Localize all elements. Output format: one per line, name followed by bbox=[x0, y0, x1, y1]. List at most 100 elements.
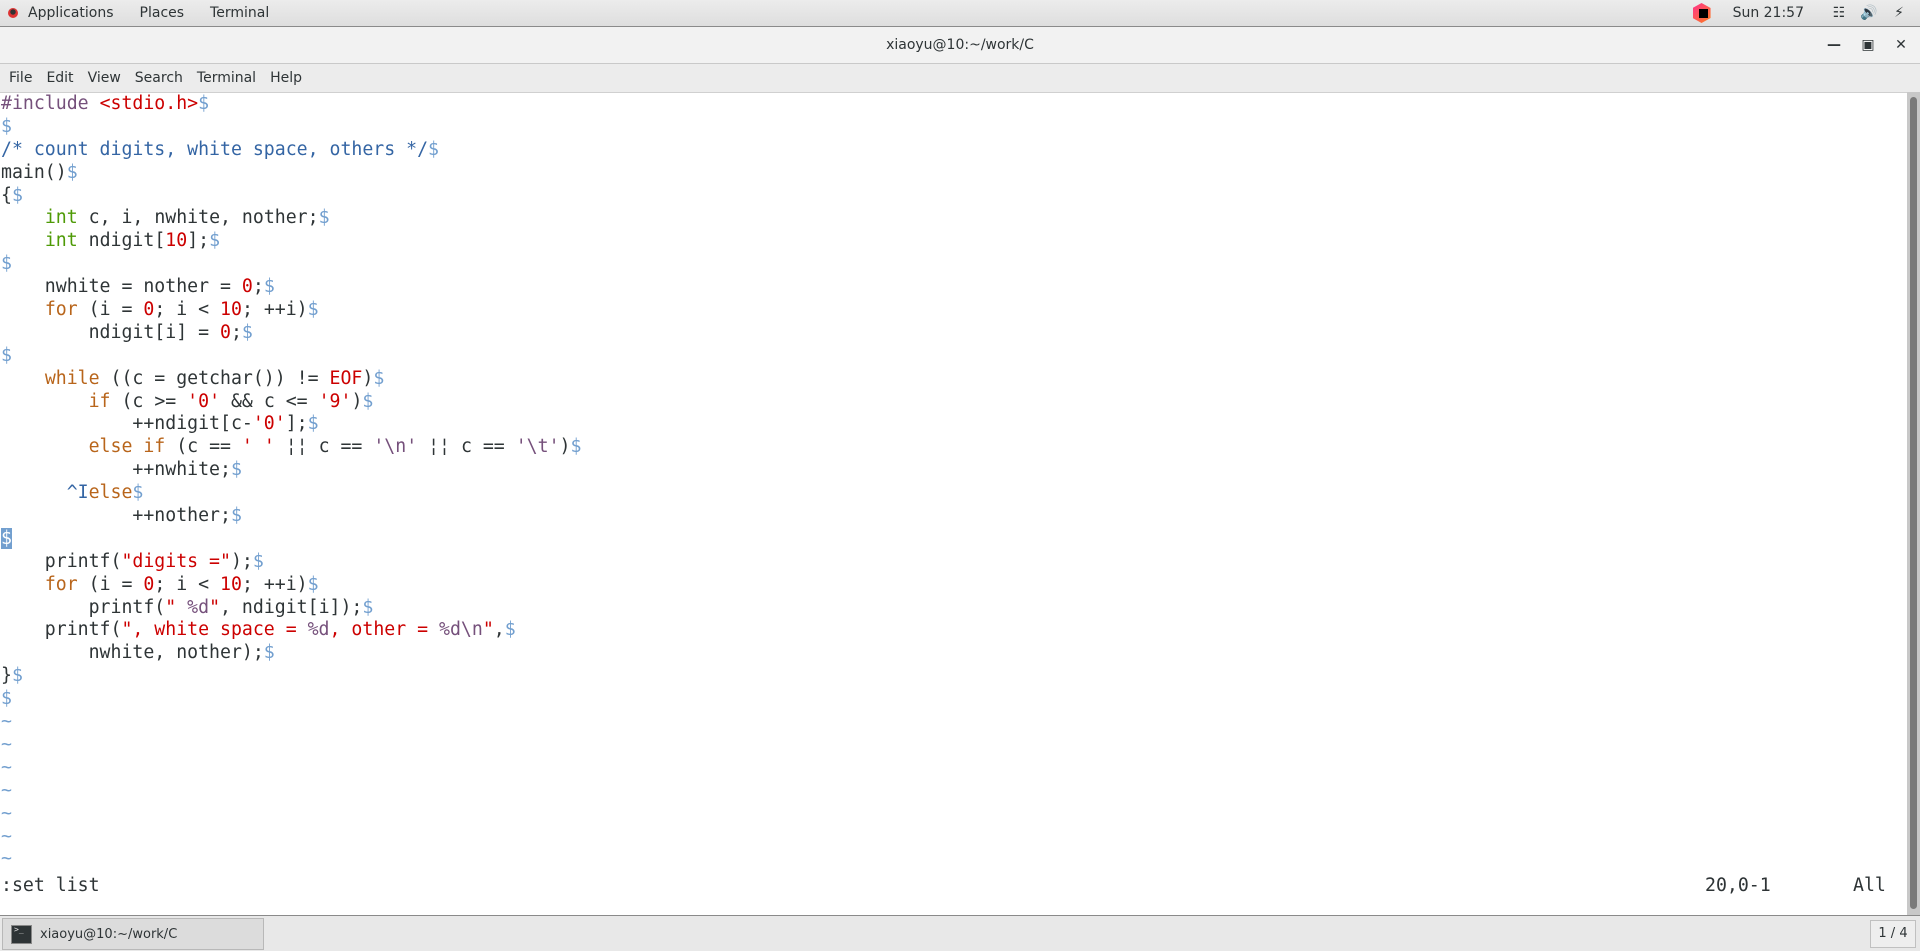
battery-icon[interactable]: ⚡ bbox=[1890, 5, 1908, 21]
code-line: ++nwhite;$ bbox=[1, 459, 581, 482]
code-line: else if (c == ' ' ¦¦ c == '\n' ¦¦ c == '… bbox=[1, 436, 582, 459]
top-panel: Applications Places Terminal Sun 21:57 ☷… bbox=[0, 0, 1920, 27]
eol-marker: $ bbox=[11, 184, 23, 206]
code-token: (i = bbox=[77, 573, 144, 595]
code-line: ~ bbox=[1, 848, 581, 871]
code-token: '\n' bbox=[373, 436, 418, 458]
code-token: ^I bbox=[66, 482, 89, 504]
code-token: , other = bbox=[329, 619, 440, 641]
empty-line-marker: ~ bbox=[1, 825, 12, 847]
eol-marker: $ bbox=[1, 115, 12, 137]
eol-marker: $ bbox=[307, 573, 319, 595]
menu-search[interactable]: Search bbox=[129, 70, 189, 86]
code-token: ", white space = bbox=[121, 619, 308, 641]
terminal-scrollbar[interactable] bbox=[1907, 92, 1920, 915]
eol-marker: $ bbox=[318, 207, 330, 229]
code-token: " bbox=[209, 596, 221, 618]
menu-bar: File Edit View Search Terminal Help bbox=[0, 64, 1920, 93]
eol-marker: $ bbox=[132, 482, 144, 504]
code-token: ' ' bbox=[241, 436, 275, 458]
empty-line-marker: ~ bbox=[1, 779, 12, 801]
eol-marker: $ bbox=[252, 550, 264, 572]
code-token: ) bbox=[559, 436, 571, 458]
code-line: /* count digits, white space, others */$ bbox=[1, 139, 581, 162]
eol-marker: $ bbox=[362, 596, 374, 618]
scrollbar-thumb[interactable] bbox=[1910, 97, 1917, 909]
code-token: if bbox=[88, 390, 111, 412]
vim-buffer[interactable]: #include <stdio.h>$ $/* count digits, whi… bbox=[1, 93, 581, 871]
code-line: ~ bbox=[1, 711, 581, 734]
empty-line-marker: ~ bbox=[1, 848, 12, 870]
eol-marker: $ bbox=[307, 413, 319, 435]
code-token: ¦¦ c == bbox=[417, 436, 516, 458]
code-token: nwhite = nother = bbox=[1, 276, 242, 298]
code-token: printf( bbox=[1, 596, 166, 618]
eol-marker: $ bbox=[1, 344, 12, 366]
code-line: for (i = 0; i < 10; ++i)$ bbox=[1, 574, 581, 597]
volume-icon[interactable]: 🔊 bbox=[1860, 5, 1878, 21]
workspace-indicator[interactable]: 1 / 4 bbox=[1870, 920, 1916, 948]
code-token: printf( bbox=[1, 619, 122, 641]
eol-marker: $ bbox=[263, 642, 275, 664]
code-token: else bbox=[88, 482, 133, 504]
menu-edit[interactable]: Edit bbox=[40, 70, 79, 86]
menu-terminal[interactable]: Terminal bbox=[191, 70, 262, 86]
code-line: int ndigit[10];$ bbox=[1, 230, 581, 253]
terminal-app-menu[interactable]: Terminal bbox=[210, 5, 269, 21]
menu-view[interactable]: View bbox=[82, 70, 127, 86]
code-token: ; i < bbox=[154, 299, 221, 321]
code-token: " bbox=[482, 619, 494, 641]
code-token: , bbox=[493, 619, 505, 641]
vim-command-line: :set list bbox=[1, 875, 100, 896]
menu-file[interactable]: File bbox=[3, 70, 38, 86]
taskbar-window-button[interactable]: xiaoyu@10:~/work/C bbox=[2, 918, 264, 950]
code-line: ~ bbox=[1, 803, 581, 826]
code-token: ) bbox=[362, 367, 374, 389]
places-menu[interactable]: Places bbox=[140, 5, 185, 21]
code-line: $ bbox=[1, 688, 581, 711]
code-line: {$ bbox=[1, 185, 581, 208]
code-line: int c, i, nwhite, nother;$ bbox=[1, 207, 581, 230]
maximize-button[interactable]: ▣ bbox=[1856, 33, 1880, 57]
code-token: int bbox=[44, 230, 78, 252]
code-token: ; bbox=[230, 321, 242, 343]
applications-menu[interactable]: Applications bbox=[28, 5, 114, 21]
vim-ruler: 20,0-1 bbox=[1705, 875, 1771, 896]
code-line: ++ndigit[c-'0'];$ bbox=[1, 413, 581, 436]
code-token: %d\n bbox=[439, 619, 483, 641]
clock[interactable]: Sun 21:57 bbox=[1733, 5, 1804, 21]
code-line: if (c >= '0' && c <= '9')$ bbox=[1, 391, 581, 414]
code-token: " bbox=[165, 596, 188, 618]
code-token: ++ndigit[c- bbox=[1, 413, 253, 435]
code-token: for bbox=[44, 299, 78, 321]
code-token: <stdio.h> bbox=[99, 93, 199, 114]
code-token: 0 bbox=[143, 299, 155, 321]
code-token: nwhite, nother); bbox=[1, 642, 264, 664]
code-token: ndigit[ bbox=[77, 230, 166, 252]
eol-marker: $ bbox=[428, 138, 439, 160]
code-token: ; ++i) bbox=[241, 299, 308, 321]
eol-marker: $ bbox=[373, 367, 385, 389]
terminal-icon bbox=[11, 924, 32, 944]
code-line: ndigit[i] = 0;$ bbox=[1, 322, 581, 345]
code-token: while bbox=[44, 367, 100, 389]
empty-line-marker: ~ bbox=[1, 733, 12, 755]
code-token: (i = bbox=[77, 299, 144, 321]
code-token: 10 bbox=[220, 573, 242, 595]
eol-marker: $ bbox=[198, 93, 210, 114]
code-token: '\t' bbox=[515, 436, 560, 458]
jetbrains-toolbox-icon[interactable] bbox=[1692, 3, 1711, 23]
code-token: 10 bbox=[165, 230, 188, 252]
menu-help[interactable]: Help bbox=[264, 70, 308, 86]
terminal-area[interactable]: #include <stdio.h>$ $/* count digits, whi… bbox=[0, 93, 1905, 915]
network-icon[interactable]: ☷ bbox=[1830, 5, 1848, 21]
minimize-button[interactable]: — bbox=[1822, 33, 1846, 57]
code-token: '0' bbox=[252, 413, 286, 435]
eol-marker: $ bbox=[570, 436, 582, 458]
window-titlebar[interactable]: xiaoyu@10:~/work/C — ▣ ✕ bbox=[0, 27, 1920, 64]
cursor: $ bbox=[1, 527, 12, 549]
code-line: for (i = 0; i < 10; ++i)$ bbox=[1, 299, 581, 322]
close-button[interactable]: ✕ bbox=[1889, 33, 1913, 57]
